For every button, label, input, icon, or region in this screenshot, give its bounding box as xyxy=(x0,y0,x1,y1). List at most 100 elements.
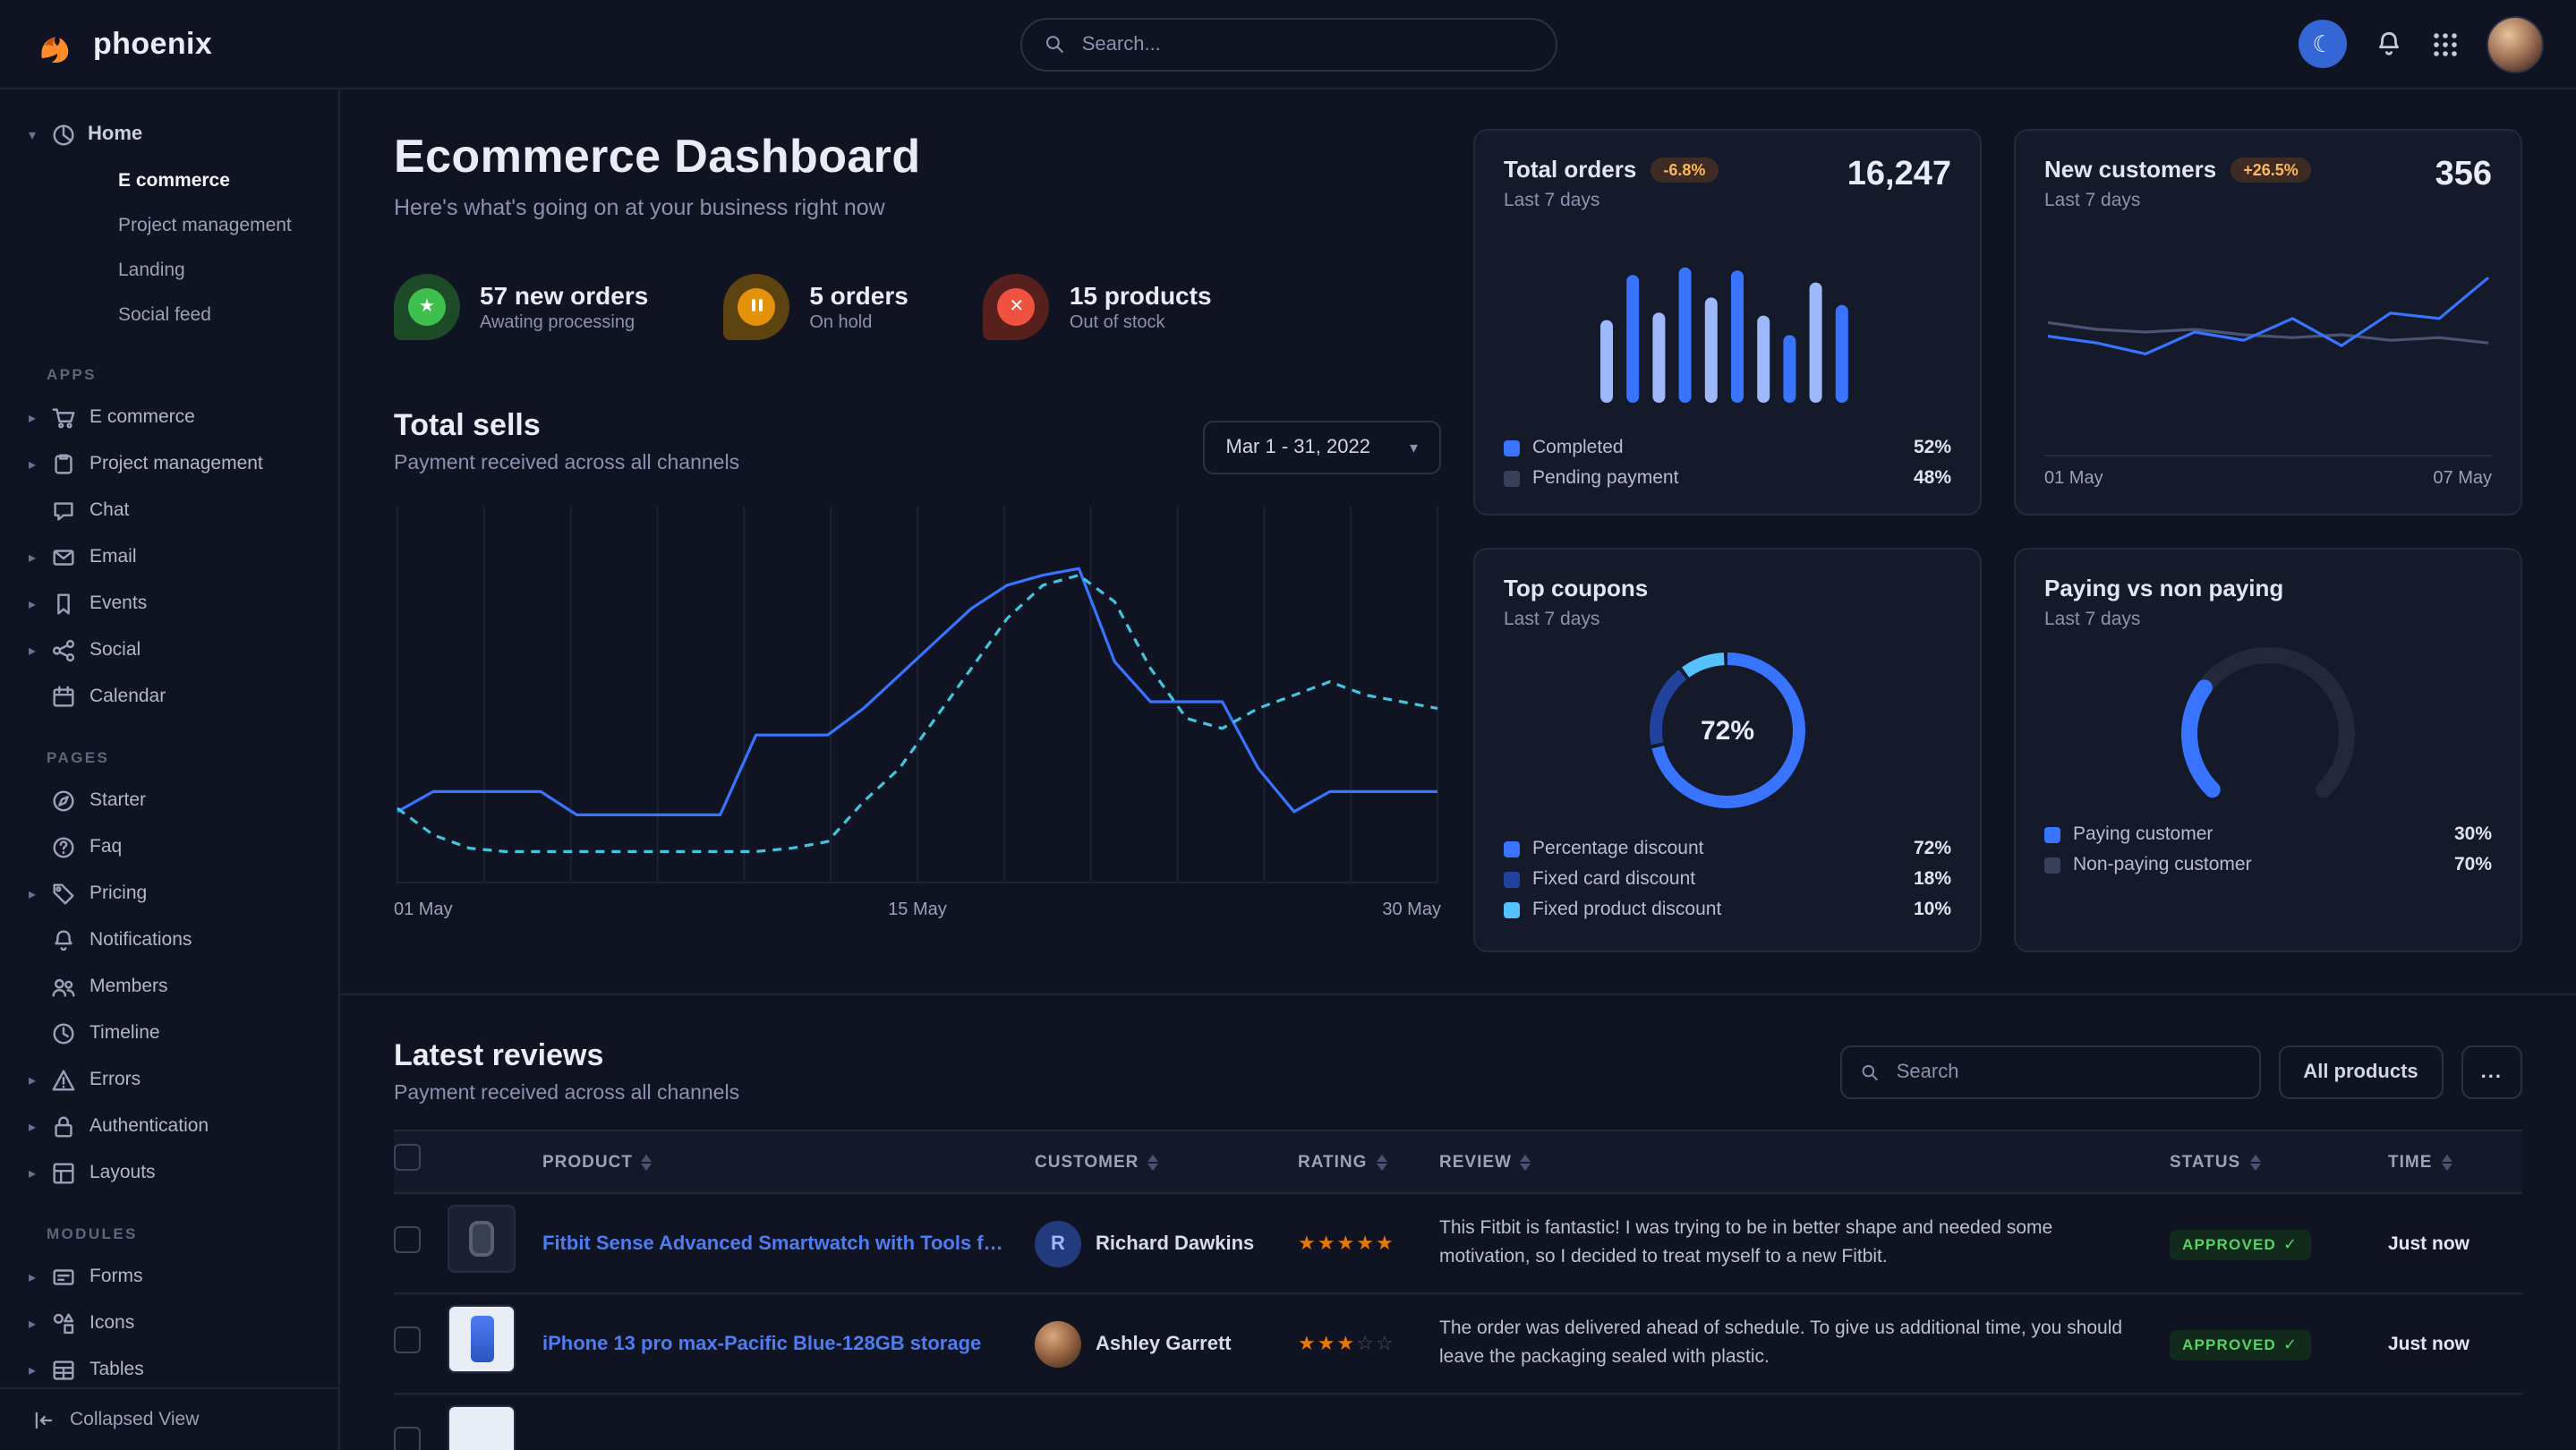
caret-right-icon: ▸ xyxy=(29,1118,50,1134)
sidebar-subitem-project-management[interactable]: Project management xyxy=(29,202,338,247)
reviews-search-input[interactable] xyxy=(1893,1059,2241,1084)
star-icon: ★ xyxy=(1318,1232,1335,1255)
total-sells-title: Total sells xyxy=(394,408,739,444)
date-range-select[interactable]: Mar 1 - 31, 2022 ▾ xyxy=(1203,421,1442,474)
review-time: Just now xyxy=(2388,1232,2522,1254)
global-search[interactable] xyxy=(1019,17,1557,71)
new-customers-line-chart xyxy=(2044,243,2492,408)
sort-icon xyxy=(1521,1154,1531,1170)
top-coupons-period: Last 7 days xyxy=(1504,609,1951,630)
sidebar-subitem-social-feed[interactable]: Social feed xyxy=(29,292,338,337)
row-checkbox[interactable] xyxy=(394,1426,421,1450)
column-header-status[interactable]: STATUS xyxy=(2170,1152,2388,1172)
reviews-table-header: PRODUCT CUSTOMER RATING REVIEW STATUS TI… xyxy=(394,1130,2522,1194)
more-options-button[interactable]: ... xyxy=(2461,1045,2522,1098)
legend-value: 72% xyxy=(1914,838,1951,859)
legend-value: 48% xyxy=(1914,467,1951,489)
compass-icon xyxy=(50,787,77,814)
total-orders-card: Total orders -6.8% Last 7 days 16,247 Co… xyxy=(1473,129,1982,516)
sidebar-item-email[interactable]: ▸ Email xyxy=(29,533,338,580)
warning-icon xyxy=(50,1066,77,1093)
global-search-input[interactable] xyxy=(1079,31,1533,56)
sidebar-item-icons[interactable]: ▸ Icons xyxy=(29,1300,338,1346)
sidebar-item-notifications[interactable]: ▸ Notifications xyxy=(29,917,338,963)
legend-color-dot xyxy=(2044,857,2060,873)
sidebar-item-members[interactable]: ▸ Members xyxy=(29,963,338,1010)
question-icon xyxy=(50,833,77,860)
shapes-icon xyxy=(50,1309,77,1336)
sidebar-item-errors[interactable]: ▸ Errors xyxy=(29,1056,338,1103)
sidebar-item-pricing[interactable]: ▸ Pricing xyxy=(29,870,338,917)
sidebar-item-e-commerce[interactable]: ▸ E commerce xyxy=(29,394,338,440)
legend-item: Paying customer 30% xyxy=(2044,823,2492,845)
phoenix-logo-icon xyxy=(32,21,79,67)
sidebar-item-home[interactable]: ▾ Home xyxy=(29,111,338,158)
caret-right-icon: ▸ xyxy=(29,1361,50,1378)
row-checkbox[interactable] xyxy=(394,1326,421,1352)
select-all-checkbox[interactable] xyxy=(394,1144,421,1171)
x-bubble-icon: ✕ xyxy=(984,274,1050,340)
column-header-customer[interactable]: CUSTOMER xyxy=(1035,1152,1298,1172)
sidebar-item-tables[interactable]: ▸ Tables xyxy=(29,1346,338,1393)
total-orders-title: Total orders xyxy=(1504,156,1636,183)
sidebar-item-events[interactable]: ▸ Events xyxy=(29,580,338,627)
collapsed-view-toggle[interactable]: Collapsed View xyxy=(0,1387,338,1450)
sidebar-section-items: ▸ Starter ▸ Faq ▸ Pricing ▸ Notification… xyxy=(29,777,338,1196)
sidebar-item-forms[interactable]: ▸ Forms xyxy=(29,1253,338,1300)
stat-out-of-stock: ✕ 15 products Out of stock xyxy=(984,274,1212,340)
legend-label: Fixed card discount xyxy=(1532,868,1901,890)
column-header-product[interactable]: PRODUCT xyxy=(542,1152,1035,1172)
sidebar-item-chat[interactable]: ▸ Chat xyxy=(29,487,338,533)
all-products-button[interactable]: All products xyxy=(2278,1045,2443,1098)
legend-item: Percentage discount 72% xyxy=(1504,838,1951,859)
page-title: Ecommerce Dashboard xyxy=(394,129,1441,184)
review-text: This Fitbit is fantastic! I was trying t… xyxy=(1439,1216,2170,1271)
lock-icon xyxy=(50,1113,77,1139)
product-thumbnail[interactable] xyxy=(448,1205,516,1273)
column-header-review[interactable]: REVIEW xyxy=(1439,1152,2170,1172)
legend-label: Pending payment xyxy=(1532,467,1901,489)
stat-awating-processing: ★ 57 new orders Awating processing xyxy=(394,274,648,340)
paying-title: Paying vs non paying xyxy=(2044,575,2283,601)
x-tick-label: 01 May xyxy=(394,900,453,920)
column-header-rating[interactable]: RATING xyxy=(1298,1152,1439,1172)
total-sells-x-labels: 01 May15 May30 May xyxy=(394,900,1441,920)
user-avatar[interactable] xyxy=(2486,15,2544,72)
caret-right-icon: ▸ xyxy=(29,1164,50,1181)
sidebar-sections: APPS ▸ E commerce ▸ Project management ▸… xyxy=(29,365,338,1439)
product-link[interactable]: Fitbit Sense Advanced Smartwatch with To… xyxy=(542,1232,1035,1254)
envelope-icon xyxy=(50,543,77,570)
total-orders-badge: -6.8% xyxy=(1651,157,1718,182)
product-link[interactable]: iPhone 13 pro max-Pacific Blue-128GB sto… xyxy=(542,1333,1035,1354)
sidebar-item-timeline[interactable]: ▸ Timeline xyxy=(29,1010,338,1056)
brand[interactable]: phoenix xyxy=(32,21,212,67)
sidebar-item-calendar[interactable]: ▸ Calendar xyxy=(29,673,338,720)
stat-value: 5 orders xyxy=(809,281,908,310)
sidebar-section-label: PAGES xyxy=(29,748,338,766)
caret-right-icon: ▸ xyxy=(29,456,50,472)
sidebar-item-layouts[interactable]: ▸ Layouts xyxy=(29,1149,338,1196)
reviews-search[interactable] xyxy=(1839,1045,2260,1098)
sidebar-item-project-management[interactable]: ▸ Project management xyxy=(29,440,338,487)
apps-menu-button[interactable] xyxy=(2431,30,2460,58)
sidebar-subitem-landing[interactable]: Landing xyxy=(29,247,338,292)
new-customers-value: 356 xyxy=(2435,156,2492,195)
sidebar-subitem-e-commerce[interactable]: E commerce xyxy=(29,158,338,202)
sidebar-item-authentication[interactable]: ▸ Authentication xyxy=(29,1103,338,1149)
dark-mode-toggle[interactable]: ☾ xyxy=(2299,20,2347,68)
row-checkbox[interactable] xyxy=(394,1225,421,1252)
search-icon xyxy=(1043,32,1064,55)
sidebar-item-faq[interactable]: ▸ Faq xyxy=(29,823,338,870)
notifications-button[interactable] xyxy=(2374,29,2404,59)
table-row: iPhone 13 pro max-Pacific Blue-128GB sto… xyxy=(394,1294,2522,1395)
sidebar-section-label: MODULES xyxy=(29,1224,338,1242)
product-thumbnail[interactable] xyxy=(448,1405,516,1450)
status-badge: APPROVED✓ xyxy=(2170,1330,2310,1360)
legend-value: 52% xyxy=(1914,437,1951,458)
product-thumbnail[interactable] xyxy=(448,1305,516,1373)
x-axis-end: 07 May xyxy=(2433,469,2492,489)
top-navbar: phoenix ☾ xyxy=(0,0,2576,90)
sidebar-item-starter[interactable]: ▸ Starter xyxy=(29,777,338,823)
sidebar-item-social[interactable]: ▸ Social xyxy=(29,627,338,673)
column-header-time[interactable]: TIME xyxy=(2388,1152,2522,1172)
